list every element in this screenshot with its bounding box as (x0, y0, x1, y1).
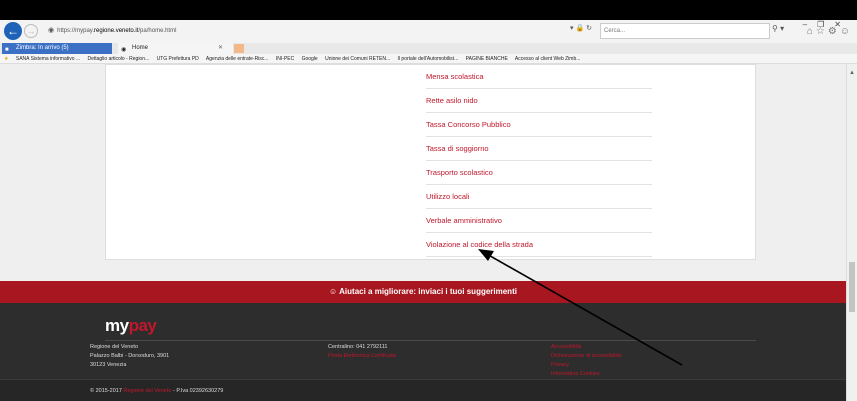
favorite-item[interactable]: Agenzia delle entrate-Risc... (206, 56, 269, 62)
feedback-text: Aiutaci a migliorare: inviaci i tuoi sug… (339, 287, 517, 296)
page-content: Mensa scolastica Rette asilo nido Tassa … (0, 64, 846, 401)
favorite-item[interactable]: UTG Prefettura PD (157, 56, 199, 62)
new-tab-button[interactable] (234, 44, 244, 53)
search-input[interactable]: Cerca... (600, 23, 770, 39)
address-bar-row: ← → ◉ https://mypay.regione.veneto.it/pa/… (0, 20, 857, 43)
privacy-link[interactable]: Privacy (551, 361, 621, 370)
service-link[interactable]: Rette asilo nido (426, 89, 652, 113)
smile-icon: ☺ (329, 287, 338, 296)
site-icon: ◉ (48, 27, 55, 34)
url-path: /pa/home.html (138, 28, 177, 34)
favorite-item[interactable]: Dettaglio articolo - Region... (87, 56, 149, 62)
lock-refresh-icons[interactable]: ▾ 🔒 ↻ (570, 24, 592, 32)
service-link[interactable]: Utilizzo locali (426, 185, 652, 209)
footer-links: Accessibilità Dichiarazione di accessibi… (551, 343, 621, 379)
service-link[interactable]: Tassa di soggiorno (426, 137, 652, 161)
search-icon[interactable]: ⚲ ▾ (772, 24, 784, 33)
toolbar-icons[interactable]: ⌂☆⚙☺ (807, 26, 853, 37)
service-link[interactable]: Mensa scolastica (426, 65, 652, 89)
tab-home[interactable]: ◉ Home ✕ (118, 43, 233, 54)
cookies-link[interactable]: Informativa Cookies (551, 370, 621, 379)
favorite-item[interactable]: Il portale dell'Automobilist... (398, 56, 459, 62)
vertical-scrollbar[interactable]: ▲ (846, 64, 857, 401)
copyright-bar: © 2015-2017 Regione del Veneto - P.Iva 0… (0, 379, 846, 401)
url-domain: regione.veneto.it (94, 28, 139, 34)
tab-strip: ■ Zimbra: In arrivo (5) ◉ Home ✕ (0, 43, 857, 54)
browser-window: ← → ◉ https://mypay.regione.veneto.it/pa/… (0, 0, 857, 401)
favorite-item[interactable]: INI-PEC (276, 56, 294, 62)
service-link-violazione[interactable]: Violazione al codice della strada (426, 233, 652, 257)
services-card: Mensa scolastica Rette asilo nido Tassa … (105, 64, 756, 260)
site-footer: mypay Regione del Veneto Palazzo Balbi -… (0, 303, 846, 401)
favorite-star-icon: ★ (4, 56, 9, 62)
phone-text: Centralino: 041 2792111 (328, 344, 388, 350)
close-icon[interactable]: ✕ (218, 43, 223, 54)
url-field[interactable]: ◉ https://mypay.regione.veneto.it/pa/home… (44, 23, 564, 39)
tab-zimbra[interactable]: ■ Zimbra: In arrivo (5) (2, 43, 112, 54)
mypay-logo[interactable]: mypay (105, 316, 157, 336)
favorite-item[interactable]: SANA Sistema informativo ... (16, 56, 80, 62)
favorite-item[interactable]: PAGINE BIANCHE (466, 56, 508, 62)
scroll-up-icon[interactable]: ▲ (849, 70, 855, 76)
url-prefix: https://mypay. (57, 28, 95, 34)
footer-divider (105, 340, 756, 341)
accessibility-statement-link[interactable]: Dichiarazione di accessibilità (551, 352, 621, 361)
favorite-item[interactable]: Google (302, 56, 318, 62)
regione-link[interactable]: Regione del Veneto (123, 388, 171, 394)
footer-contacts: Centralino: 041 2792111 Posta Elettronic… (328, 343, 396, 361)
scroll-thumb[interactable] (849, 262, 855, 312)
favorite-item[interactable]: Unione dei Comuni RETEN... (325, 56, 390, 62)
service-link[interactable]: Trasporto scolastico (426, 161, 652, 185)
service-link[interactable]: Tassa Concorso Pubblico (426, 113, 652, 137)
forward-arrow-icon[interactable]: → (24, 24, 38, 38)
footer-address: Regione del Veneto Palazzo Balbi - Dorso… (90, 344, 170, 368)
favorite-item[interactable]: Accesso al client Web Zimb... (515, 56, 581, 62)
service-link[interactable]: Verbale amministrativo (426, 209, 652, 233)
feedback-banner[interactable]: ☺ Aiutaci a migliorare: inviaci i tuoi s… (0, 281, 846, 303)
top-black-band (0, 0, 857, 20)
pec-link[interactable]: Posta Elettronica Certificata (328, 352, 396, 361)
accessibility-link[interactable]: Accessibilità (551, 343, 621, 352)
back-arrow-icon[interactable]: ← (4, 22, 22, 40)
favorites-bar: ★ SANA Sistema informativo ... Dettaglio… (0, 54, 857, 64)
